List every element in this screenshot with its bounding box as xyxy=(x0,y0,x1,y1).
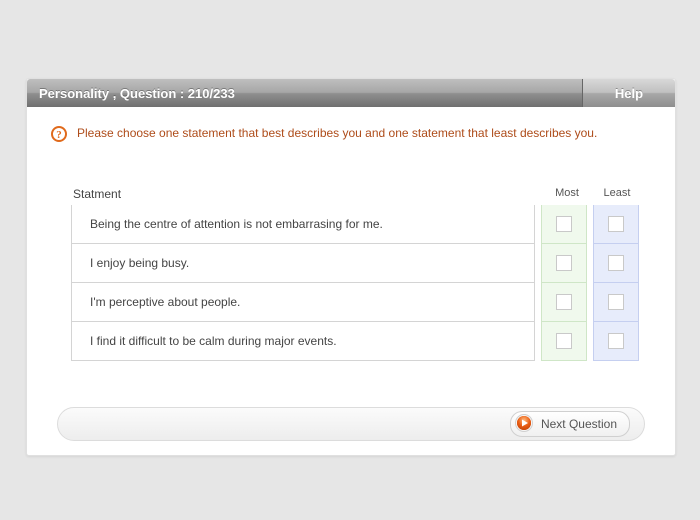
most-checkbox[interactable] xyxy=(556,294,572,310)
play-icon xyxy=(515,414,533,435)
statement-text: I enjoy being busy. xyxy=(71,244,535,283)
most-checkbox[interactable] xyxy=(556,216,572,232)
least-checkbox[interactable] xyxy=(608,216,624,232)
least-cell xyxy=(593,283,639,322)
statement-text: I'm perceptive about people. xyxy=(71,283,535,322)
next-question-label: Next Question xyxy=(541,417,617,431)
least-checkbox[interactable] xyxy=(608,294,624,310)
page-title: Personality , Question : 210/233 xyxy=(27,79,583,107)
most-cell xyxy=(541,205,587,244)
instruction-text: Please choose one statement that best de… xyxy=(71,125,651,142)
least-cell xyxy=(593,205,639,244)
col-header-most: Most xyxy=(545,187,589,201)
least-cell xyxy=(593,244,639,283)
svg-text:?: ? xyxy=(56,129,62,141)
question-panel: Personality , Question : 210/233 Help ? … xyxy=(26,78,676,456)
most-checkbox[interactable] xyxy=(556,255,572,271)
col-header-statement: Statment xyxy=(71,187,539,201)
header-bar: Personality , Question : 210/233 Help xyxy=(27,79,675,107)
statements-table: Statment Most Least Being the centre of … xyxy=(71,187,639,361)
least-checkbox[interactable] xyxy=(608,333,624,349)
footer-bar: Next Question xyxy=(57,407,645,441)
table-header: Statment Most Least xyxy=(71,187,639,201)
table-row: I'm perceptive about people. xyxy=(71,283,639,322)
most-cell xyxy=(541,322,587,361)
most-cell xyxy=(541,283,587,322)
most-checkbox[interactable] xyxy=(556,333,572,349)
least-cell xyxy=(593,322,639,361)
statement-text: Being the centre of attention is not emb… xyxy=(71,205,535,244)
instruction-row: ? Please choose one statement that best … xyxy=(51,125,651,145)
next-question-button[interactable]: Next Question xyxy=(510,411,630,437)
table-row: I enjoy being busy. xyxy=(71,244,639,283)
help-button[interactable]: Help xyxy=(583,79,675,107)
statement-text: I find it difficult to be calm during ma… xyxy=(71,322,535,361)
least-checkbox[interactable] xyxy=(608,255,624,271)
help-circle-icon: ? xyxy=(51,126,71,145)
most-cell xyxy=(541,244,587,283)
col-header-least: Least xyxy=(595,187,639,201)
table-row: I find it difficult to be calm during ma… xyxy=(71,322,639,361)
table-row: Being the centre of attention is not emb… xyxy=(71,205,639,244)
